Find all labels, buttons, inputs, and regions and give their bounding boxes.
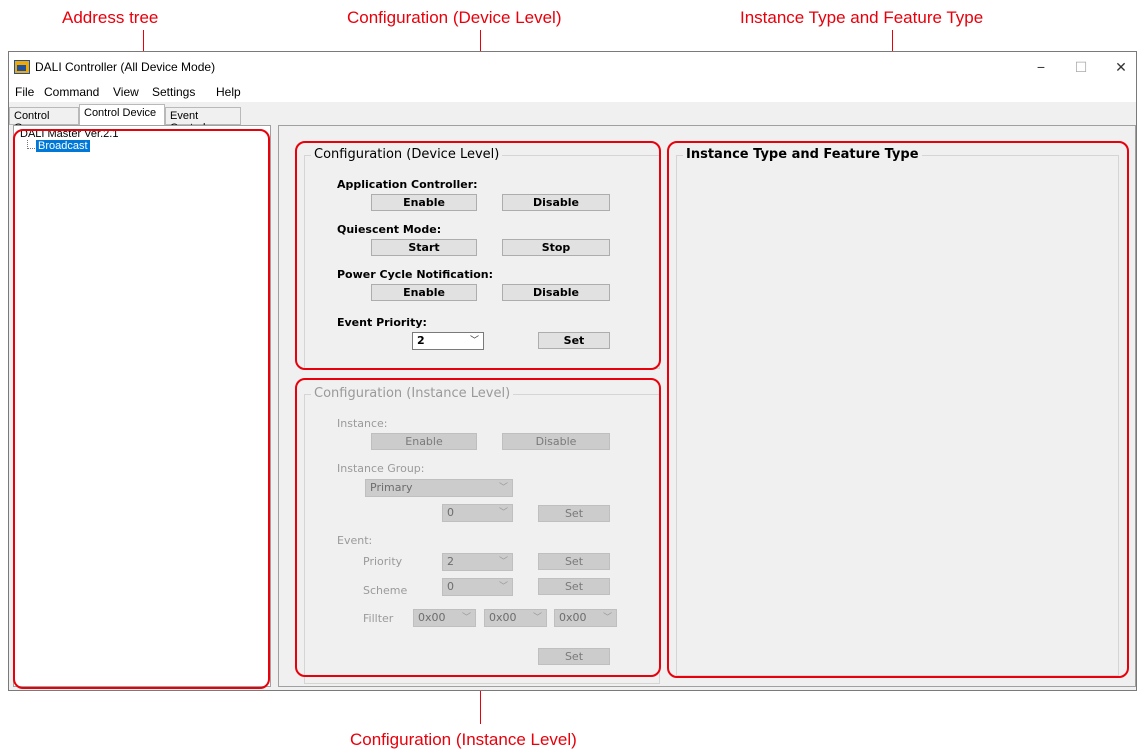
filter-label: Fillter: [363, 612, 394, 625]
power-cycle-label: Power Cycle Notification:: [337, 268, 494, 281]
callout-config-device: Configuration (Device Level): [347, 8, 562, 27]
filter-value-3: 0x00: [559, 611, 587, 624]
instance-group-select[interactable]: Primary ﹀: [365, 479, 513, 497]
tab-event-control[interactable]: Event Control: [165, 107, 241, 134]
instance-disable-button[interactable]: Disable: [502, 433, 610, 450]
instance-group-value: Primary: [370, 481, 413, 494]
instance-group-label: Instance Group:: [337, 462, 425, 475]
callout-instance-feature: Instance Type and Feature Type: [740, 8, 984, 27]
scheme-select[interactable]: 0 ﹀: [442, 578, 513, 596]
menu-view[interactable]: View: [113, 85, 139, 99]
priority-set-button[interactable]: Set: [538, 553, 610, 570]
filter-select-2[interactable]: 0x00 ﹀: [484, 609, 547, 627]
chevron-down-icon: ﹀: [532, 613, 542, 623]
instance-enable-button[interactable]: Enable: [371, 433, 477, 450]
scheme-set-button[interactable]: Set: [538, 578, 610, 595]
instance-group-set-button[interactable]: Set: [538, 505, 610, 522]
priority-value: 2: [447, 555, 454, 568]
tab-control-device[interactable]: Control Device: [79, 104, 165, 125]
config-pane: Configuration (Device Level) Application…: [278, 125, 1136, 687]
filter-value-1: 0x00: [418, 611, 446, 624]
priority-label: Priority: [363, 555, 403, 568]
scheme-label: Scheme: [363, 584, 408, 597]
callout-address-tree: Address tree: [62, 8, 159, 27]
maximize-icon[interactable]: ☐: [1061, 56, 1101, 78]
chevron-down-icon: ﹀: [498, 508, 508, 518]
tree-connector: [27, 140, 35, 149]
event-priority-label: Event Priority:: [337, 316, 427, 329]
instance-label: Instance:: [337, 417, 388, 430]
app-window: DALI Controller (All Device Mode) − ☐ ✕ …: [8, 51, 1137, 691]
app-controller-label: Application Controller:: [337, 178, 478, 191]
chevron-down-icon: ﹀: [498, 557, 508, 567]
quiescent-stop-button[interactable]: Stop: [502, 239, 610, 256]
app-controller-disable-button[interactable]: Disable: [502, 194, 610, 211]
power-cycle-enable-button[interactable]: Enable: [371, 284, 477, 301]
app-logo-icon: [14, 60, 30, 74]
address-tree[interactable]: DALI Master Ver.2.1 Broadcast: [13, 125, 271, 687]
menu-bar: File Command View Settings Help: [9, 82, 1136, 102]
feature-type-group: Instance Type and Feature Type: [676, 147, 1119, 676]
quiescent-mode-label: Quiescent Mode:: [337, 223, 442, 236]
power-cycle-disable-button[interactable]: Disable: [502, 284, 610, 301]
event-priority-select[interactable]: 2 ﹀: [412, 332, 484, 350]
menu-file[interactable]: File: [15, 85, 34, 99]
minimize-icon[interactable]: −: [1021, 56, 1061, 78]
instance-group-number-select[interactable]: 0 ﹀: [442, 504, 513, 522]
chevron-down-icon: ﹀: [461, 613, 471, 623]
feature-type-title: Instance Type and Feature Type: [683, 147, 922, 162]
tab-control-gear[interactable]: Control Gear: [9, 107, 79, 134]
menu-command[interactable]: Command: [44, 85, 99, 99]
close-icon[interactable]: ✕: [1101, 56, 1137, 78]
instance-level-title: Configuration (Instance Level): [311, 386, 514, 401]
filter-value-2: 0x00: [489, 611, 517, 624]
menu-help[interactable]: Help: [216, 85, 241, 99]
tree-item-broadcast[interactable]: Broadcast: [36, 140, 90, 152]
event-label: Event:: [337, 534, 373, 547]
title-bar: DALI Controller (All Device Mode) − ☐ ✕: [9, 52, 1136, 82]
event-priority-value: 2: [417, 334, 425, 347]
priority-select[interactable]: 2 ﹀: [442, 553, 513, 571]
callout-config-instance: Configuration (Instance Level): [350, 730, 577, 749]
filter-set-button[interactable]: Set: [538, 648, 610, 665]
device-level-title: Configuration (Device Level): [311, 147, 503, 162]
chevron-down-icon: ﹀: [498, 483, 508, 493]
filter-select-3[interactable]: 0x00 ﹀: [554, 609, 617, 627]
quiescent-start-button[interactable]: Start: [371, 239, 477, 256]
event-priority-set-button[interactable]: Set: [538, 332, 610, 349]
filter-select-1[interactable]: 0x00 ﹀: [413, 609, 476, 627]
menu-settings[interactable]: Settings: [152, 85, 195, 99]
tree-root-dali-master[interactable]: DALI Master Ver.2.1: [20, 128, 118, 140]
instance-level-group: Configuration (Instance Level) Instance:…: [304, 386, 660, 684]
scheme-value: 0: [447, 580, 454, 593]
app-controller-enable-button[interactable]: Enable: [371, 194, 477, 211]
chevron-down-icon: ﹀: [498, 582, 508, 592]
instance-group-number-value: 0: [447, 506, 454, 519]
device-level-group: Configuration (Device Level) Application…: [304, 147, 660, 369]
chevron-down-icon: ﹀: [602, 613, 612, 623]
chevron-down-icon: ﹀: [469, 336, 479, 346]
window-title: DALI Controller (All Device Mode): [35, 60, 216, 74]
